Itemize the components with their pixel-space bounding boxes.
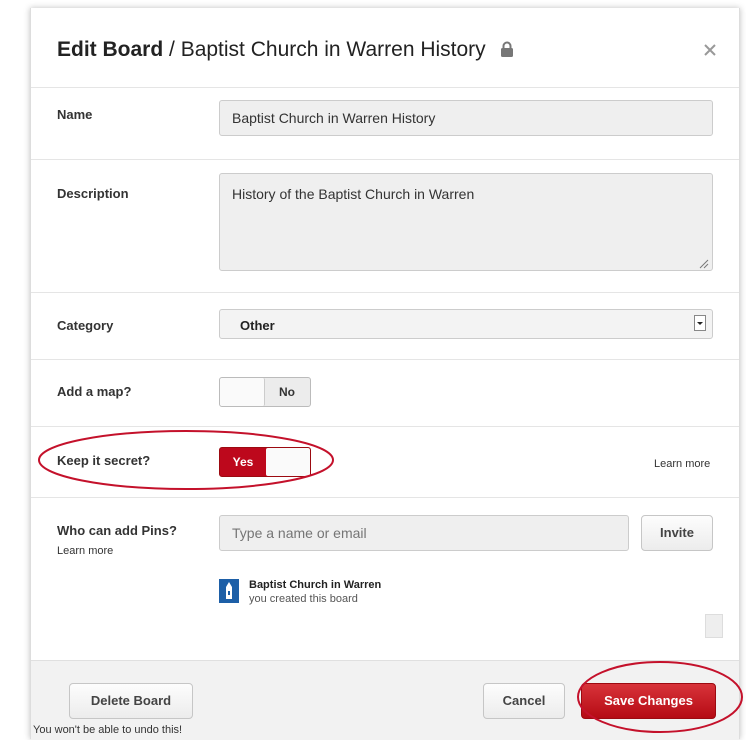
secret-toggle-knob <box>266 448 310 476</box>
collaborators-row: Who can add Pins? Learn more Invite Bapt… <box>31 498 739 659</box>
collaborators-label: Who can add Pins? <box>57 523 177 538</box>
resize-grip-icon[interactable] <box>699 256 709 269</box>
invite-button[interactable]: Invite <box>641 515 713 551</box>
dialog-title-bold: Edit Board <box>57 38 164 61</box>
dialog-title: Edit Board / Baptist Church in Warren Hi… <box>57 38 514 63</box>
description-textarea[interactable]: History of the Baptist Church in Warren <box>219 173 713 271</box>
close-icon[interactable] <box>701 41 719 59</box>
save-changes-button[interactable]: Save Changes <box>581 683 716 719</box>
map-toggle-knob <box>220 378 265 406</box>
map-toggle-state: No <box>279 385 295 399</box>
dialog-header: Edit Board / Baptist Church in Warren Hi… <box>31 8 739 88</box>
secret-learn-more-link[interactable]: Learn more <box>654 458 710 470</box>
secret-row: Keep it secret? Yes Learn more <box>31 427 739 498</box>
dropdown-arrow-icon[interactable] <box>694 315 706 331</box>
name-row: Name <box>31 88 739 160</box>
edit-board-dialog: Edit Board / Baptist Church in Warren Hi… <box>30 8 740 740</box>
map-toggle[interactable]: No <box>219 377 311 407</box>
category-row: Category Other <box>31 293 739 360</box>
dialog-footer: Delete Board You won't be able to undo t… <box>31 660 739 740</box>
church-avatar-icon <box>219 579 239 603</box>
secret-toggle-state: Yes <box>232 455 254 469</box>
collaborators-learn-more-link[interactable]: Learn more <box>57 545 113 557</box>
board-owner-note: you created this board <box>249 593 358 605</box>
name-label: Name <box>57 107 93 122</box>
dialog-title-separator: / <box>163 38 181 61</box>
name-input[interactable] <box>219 100 713 136</box>
description-label: Description <box>57 186 129 201</box>
delete-warning-text: You won't be able to undo this! <box>33 724 183 736</box>
category-select[interactable]: Other <box>219 309 713 339</box>
dialog-title-board-name: Baptist Church in Warren History <box>180 38 486 61</box>
secret-toggle[interactable]: Yes <box>219 447 311 477</box>
lock-icon <box>500 39 514 63</box>
category-label: Category <box>57 318 114 333</box>
map-row: Add a map? No <box>31 360 739 427</box>
category-selected-value: Other <box>240 318 275 333</box>
cancel-button[interactable]: Cancel <box>483 683 565 719</box>
delete-board-button[interactable]: Delete Board <box>69 683 193 719</box>
board-owner-name: Baptist Church in Warren <box>249 579 382 591</box>
map-label: Add a map? <box>57 384 132 399</box>
secret-label: Keep it secret? <box>57 453 151 468</box>
description-row: Description History of the Baptist Churc… <box>31 160 739 293</box>
scrollbar-thumb[interactable] <box>705 614 723 638</box>
collaborator-search-input[interactable] <box>219 515 629 551</box>
